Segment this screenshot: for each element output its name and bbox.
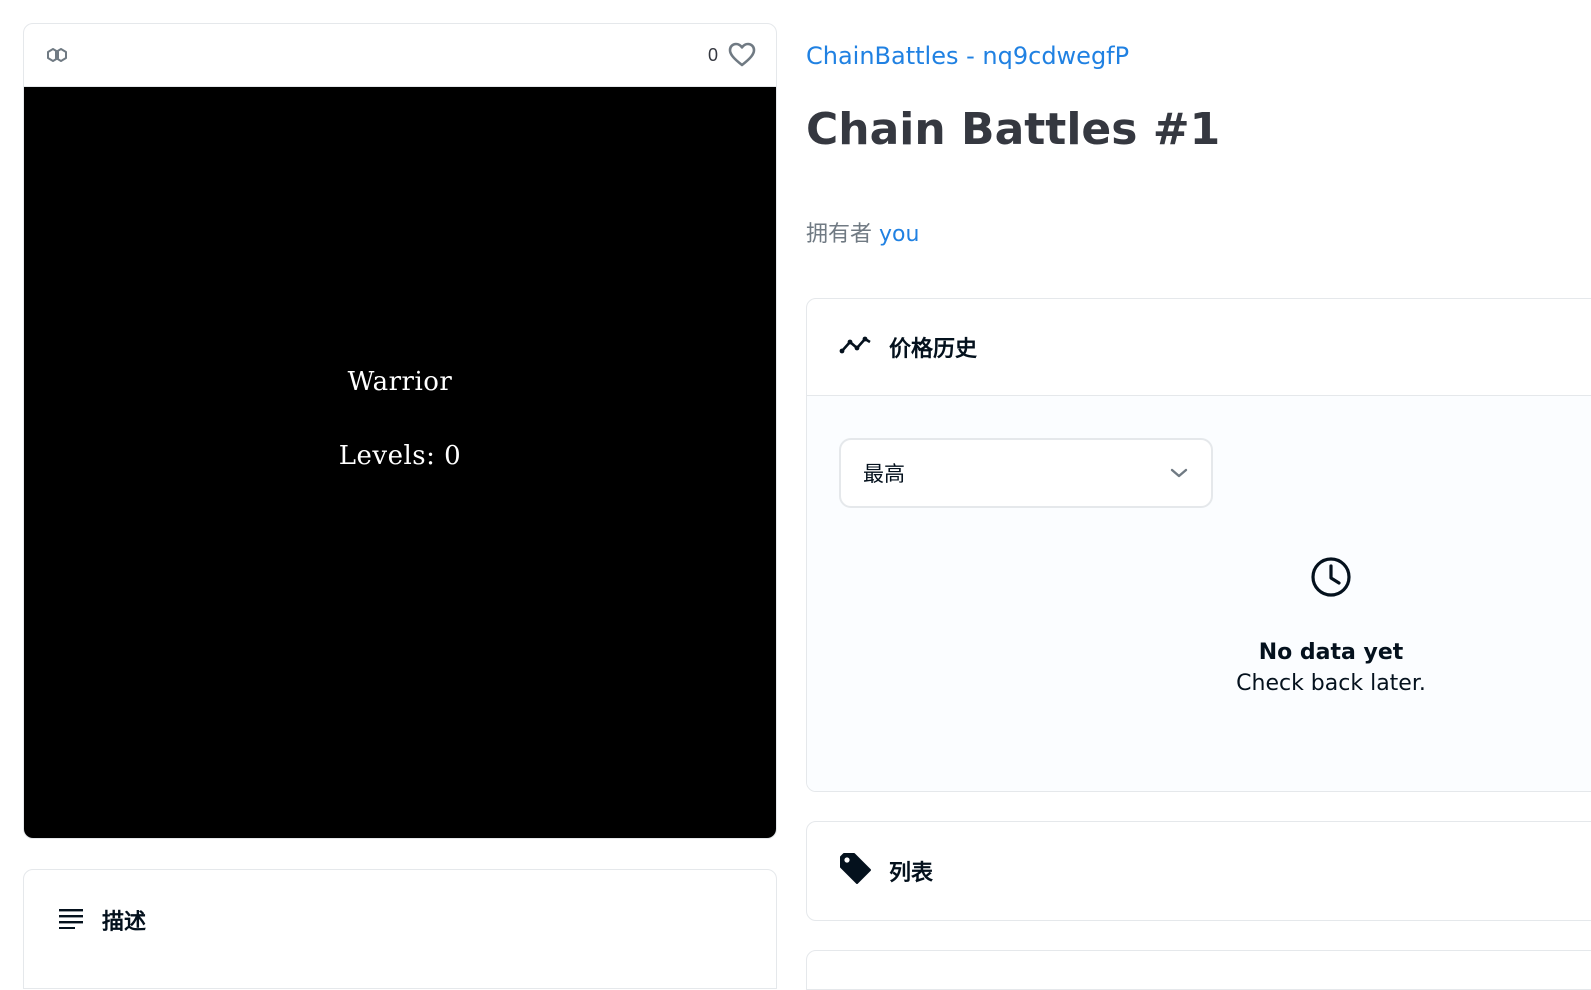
favorites-count: 0 bbox=[707, 44, 718, 65]
description-header[interactable]: 描述 bbox=[24, 870, 776, 970]
price-history-body: 最高 No data yet Check back later. bbox=[807, 396, 1591, 791]
nft-image[interactable]: Warrior Levels: 0 bbox=[24, 87, 776, 838]
description-panel: 描述 bbox=[23, 869, 777, 989]
trend-line-icon bbox=[839, 334, 873, 360]
heart-outline-icon[interactable] bbox=[728, 42, 756, 68]
listings-title: 列表 bbox=[889, 861, 934, 886]
period-select-value: 最高 bbox=[863, 462, 905, 486]
owner-line: 拥有者 you bbox=[806, 216, 919, 248]
clock-icon bbox=[1310, 556, 1352, 602]
image-card-header: 0 bbox=[24, 24, 776, 87]
favorites: 0 bbox=[708, 42, 756, 68]
collection-link[interactable]: ChainBattles - nq9cdwegfP bbox=[806, 42, 1129, 70]
description-title: 描述 bbox=[102, 910, 147, 935]
chevron-down-icon bbox=[1169, 464, 1189, 483]
price-tag-icon bbox=[839, 853, 873, 889]
nft-class-text: Warrior bbox=[347, 367, 453, 397]
owner-link[interactable]: you bbox=[879, 222, 919, 247]
polygon-chain-icon[interactable] bbox=[44, 42, 70, 68]
listings-panel[interactable]: 列表 bbox=[806, 821, 1591, 921]
nft-image-card: 0 Warrior Levels: 0 bbox=[23, 23, 777, 839]
empty-state-title: No data yet bbox=[1258, 640, 1404, 665]
empty-state: No data yet Check back later. bbox=[1231, 556, 1431, 696]
nft-levels-text: Levels: 0 bbox=[338, 441, 462, 471]
price-history-panel: 价格历史 最高 No data yet Check back later. bbox=[806, 298, 1591, 792]
owner-prefix: 拥有者 bbox=[806, 222, 873, 247]
page-title: Chain Battles #1 bbox=[806, 104, 1221, 155]
list-lines-icon bbox=[58, 907, 84, 933]
price-history-title: 价格历史 bbox=[889, 337, 978, 362]
period-select[interactable]: 最高 bbox=[839, 438, 1213, 508]
empty-state-subtitle: Check back later. bbox=[1236, 671, 1426, 696]
next-panel-edge bbox=[806, 950, 1591, 990]
price-history-header[interactable]: 价格历史 bbox=[807, 299, 1591, 396]
